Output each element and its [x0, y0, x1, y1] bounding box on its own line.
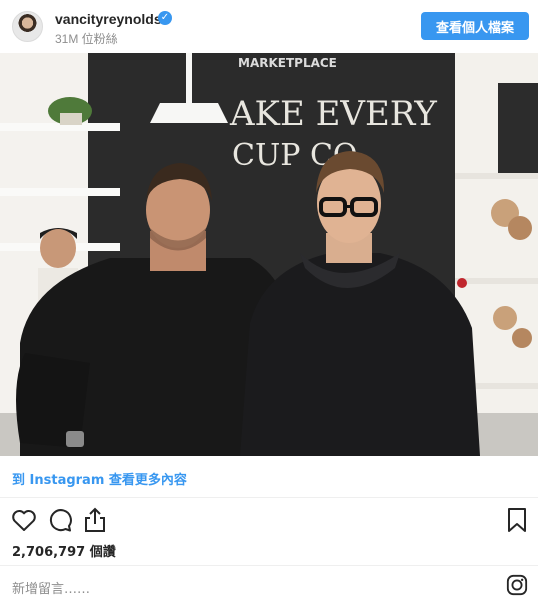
verified-badge-icon: ✓ — [158, 11, 172, 25]
bookmark-icon[interactable] — [503, 506, 531, 534]
heart-icon[interactable] — [10, 506, 38, 534]
instagram-logo-icon[interactable] — [506, 574, 528, 596]
divider — [0, 565, 538, 566]
sign-line-2: AKE EVERY — [229, 94, 437, 134]
add-comment-input[interactable]: 新增留言…… — [12, 578, 90, 597]
post-photo[interactable]: MARKETPLACE AKE EVERY CUP CO — [0, 53, 538, 456]
like-count[interactable]: 2,706,797 個讚 — [12, 541, 116, 560]
post-header: vancityreynolds ✓ 31M 位粉絲 查看個人檔案 — [0, 0, 538, 52]
view-profile-button[interactable]: 查看個人檔案 — [421, 12, 529, 40]
follower-count: 31M 位粉絲 — [55, 32, 118, 46]
share-icon[interactable] — [81, 506, 109, 534]
username[interactable]: vancityreynolds — [55, 11, 162, 27]
avatar[interactable] — [12, 11, 43, 42]
comment-icon[interactable] — [46, 506, 74, 534]
view-more-on-instagram-link[interactable]: 到 Instagram 查看更多內容 — [12, 469, 187, 488]
instagram-embed-card: vancityreynolds ✓ 31M 位粉絲 查看個人檔案 MARKETP… — [0, 0, 538, 605]
divider — [0, 497, 538, 498]
sign-marketplace: MARKETPLACE — [238, 56, 337, 70]
